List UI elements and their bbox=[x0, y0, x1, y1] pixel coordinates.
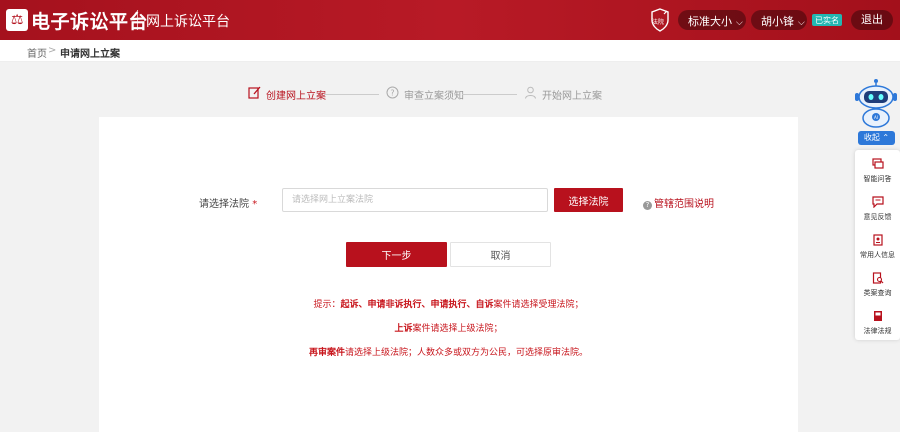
question-circle-icon: ? bbox=[386, 86, 399, 99]
assistant-sidebar: 智能问答 意见反馈 常用人信息 类案查询 法律法规 bbox=[855, 150, 900, 340]
tip-line-1: 提示：起诉、申请非诉执行、申请执行、自诉案件请选择受理法院； bbox=[313, 300, 584, 310]
law-book-icon bbox=[873, 311, 882, 321]
court-select-input[interactable] bbox=[282, 188, 548, 212]
robot-assistant-icon[interactable]: AI bbox=[852, 76, 900, 128]
logout-button[interactable]: 退出 bbox=[851, 10, 893, 30]
sidebar-item-label: 类案查询 bbox=[863, 289, 892, 297]
sidebar-item-smart-qa[interactable]: 智能问答 bbox=[855, 158, 900, 184]
sidebar-item-case-search[interactable]: 类案查询 bbox=[855, 272, 900, 298]
chat-icon bbox=[871, 158, 884, 169]
step-connector bbox=[462, 94, 517, 95]
breadcrumb-home-link[interactable]: 首页 bbox=[27, 45, 47, 60]
court-field-label: 请选择法院 * bbox=[199, 199, 258, 210]
sidebar-item-label: 意见反馈 bbox=[863, 213, 892, 221]
next-step-button[interactable]: 下一步 bbox=[346, 242, 447, 267]
tip-line-2: 上诉案件请选择上级法院； bbox=[394, 324, 503, 334]
breadcrumb-current: 申请网上立案 bbox=[60, 49, 120, 60]
header-divider bbox=[137, 10, 138, 30]
tip-line-3: 再审案件请选择上级法院；人数众多或双方为公民，可选择原审法院。 bbox=[308, 348, 589, 358]
filing-form-panel bbox=[99, 117, 798, 432]
app-title: 电子诉讼平台 bbox=[31, 11, 149, 33]
sidebar-item-label: 常用人信息 bbox=[860, 251, 895, 259]
collapse-assistant-button[interactable]: 收起 ⌃ bbox=[858, 131, 895, 145]
jurisdiction-help-link[interactable]: ? 管辖范围说明 bbox=[643, 195, 714, 210]
user-name: 胡小锋 bbox=[761, 15, 794, 28]
sidebar-item-feedback[interactable]: 意见反馈 bbox=[855, 196, 900, 222]
sidebar-item-label: 法律法规 bbox=[863, 327, 892, 335]
font-size-dropdown[interactable]: 标准大小 ⌵ bbox=[678, 10, 746, 30]
chevron-down-icon: ⌵ bbox=[798, 18, 805, 28]
edit-icon bbox=[248, 86, 261, 99]
sidebar-item-contacts[interactable]: 常用人信息 bbox=[855, 234, 900, 260]
court-badge-text: 法院 bbox=[652, 19, 665, 26]
breadcrumb-separator: > bbox=[48, 45, 57, 56]
sidebar-item-label: 智能问答 bbox=[863, 175, 892, 183]
feedback-icon bbox=[871, 196, 884, 208]
chevron-down-icon: ⌵ bbox=[736, 18, 743, 28]
required-mark: * bbox=[252, 199, 258, 210]
scales-logo-icon: ⚖ bbox=[6, 9, 28, 31]
case-search-icon bbox=[872, 272, 883, 284]
step-review-notice: 审查立案须知 bbox=[404, 91, 464, 102]
user-icon bbox=[525, 86, 536, 99]
svg-text:?: ? bbox=[390, 89, 394, 98]
robot-badge: AI bbox=[874, 115, 878, 120]
user-menu-dropdown[interactable]: 胡小锋 ⌵ bbox=[751, 10, 807, 30]
question-icon: ? bbox=[643, 201, 652, 210]
font-size-label: 标准大小 bbox=[688, 15, 732, 28]
contact-card-icon bbox=[872, 234, 883, 246]
sidebar-item-laws[interactable]: 法律法规 bbox=[855, 310, 900, 336]
verified-badge: 已实名 bbox=[812, 14, 842, 26]
select-court-button[interactable]: 选择法院 bbox=[554, 188, 623, 212]
breadcrumb: 首页 > 申请网上立案 bbox=[0, 40, 900, 62]
step-create-filing: 创建网上立案 bbox=[266, 91, 326, 102]
step-start-filing: 开始网上立案 bbox=[542, 91, 602, 102]
step-connector bbox=[324, 94, 379, 95]
top-header: ⚖ 电子诉讼平台 网上诉讼平台 法院 标准大小 ⌵ 胡小锋 ⌵ 已实名 退出 bbox=[0, 0, 900, 40]
sub-title: 网上诉讼平台 bbox=[146, 14, 230, 30]
cancel-button[interactable]: 取消 bbox=[450, 242, 551, 267]
